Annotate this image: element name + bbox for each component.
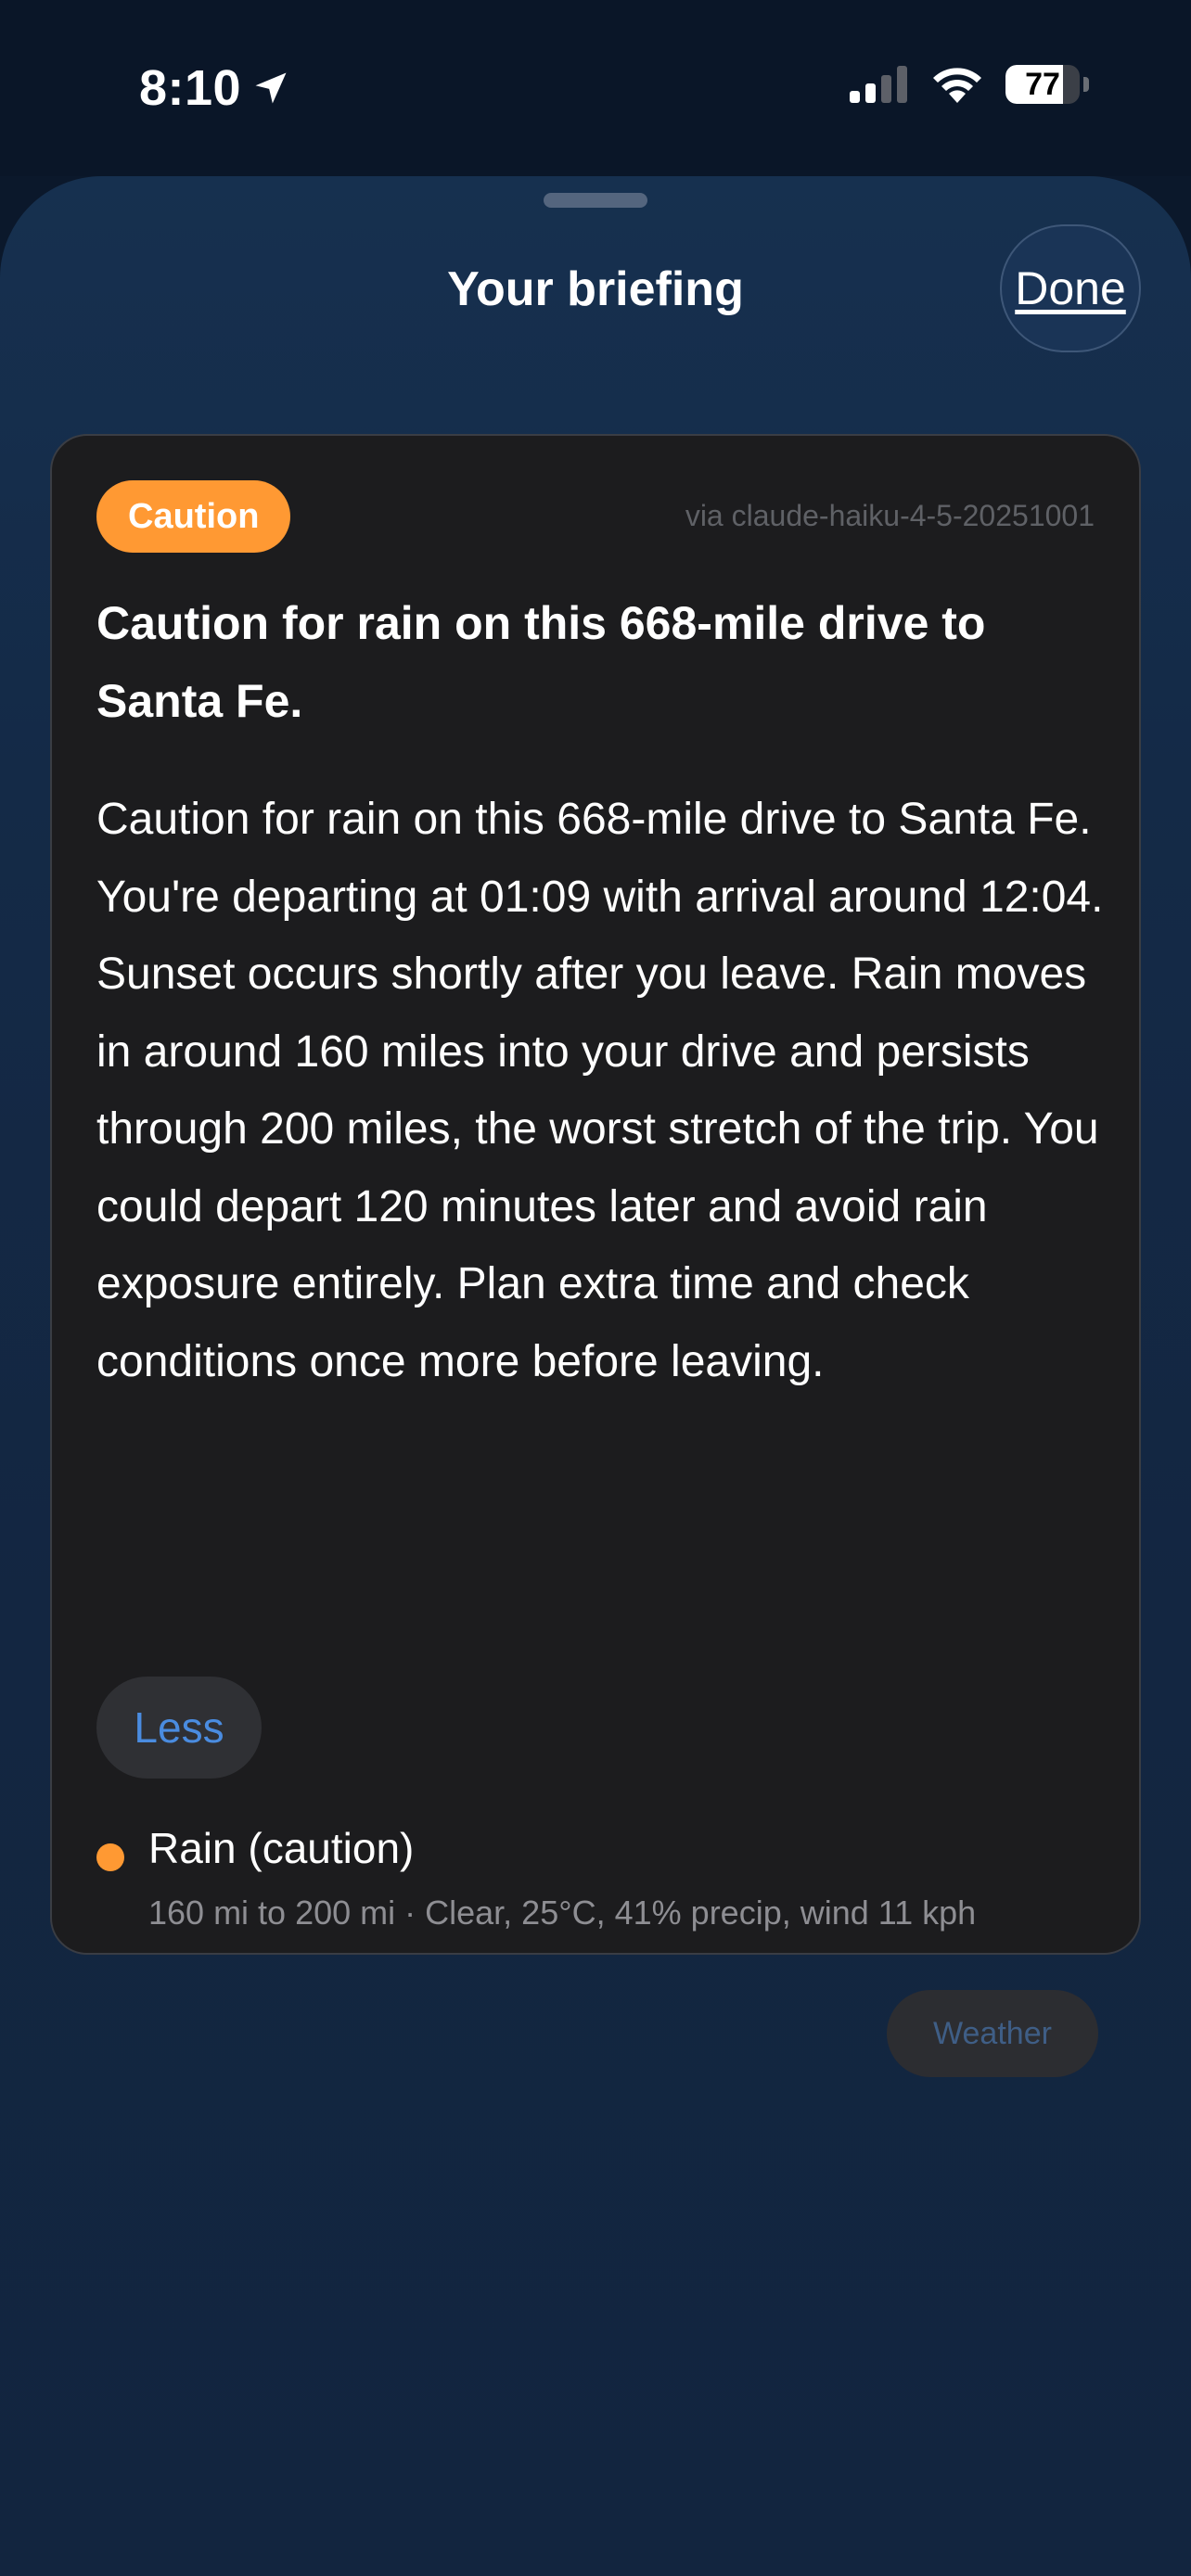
hazard-dot-icon [96, 1843, 124, 1871]
status-time-text: 8:10 [139, 60, 242, 116]
done-button[interactable]: Done [1000, 224, 1141, 352]
status-indicators: 77 [850, 65, 1089, 104]
cellular-signal-icon [850, 66, 907, 103]
briefing-body: Caution for rain on this 668-mile drive … [96, 795, 1104, 1386]
briefing-headline: Caution for rain on this 668-mile drive … [96, 597, 986, 727]
sheet-grabber[interactable] [544, 193, 647, 208]
severity-badge: Caution [96, 480, 291, 553]
hazard-title: Rain (caution) [148, 1824, 415, 1872]
model-label: via claude-haiku-4-5-20251001 [685, 499, 1095, 532]
wifi-icon [933, 68, 981, 103]
less-button[interactable]: Less [96, 1677, 262, 1779]
briefing-card: Caution via claude-haiku-4-5-20251001 Ca… [50, 434, 1141, 2077]
status-time: 8:10 [139, 59, 291, 117]
battery-icon: 77 [1005, 65, 1080, 104]
weather-button[interactable]: Weather [887, 1990, 1098, 2077]
status-bar: 8:10 77 [0, 0, 1191, 176]
hazard-detail: 160 mi to 200 mi · Clear, 25°C, 41% prec… [148, 1894, 977, 1932]
battery-level: 77 [1025, 66, 1060, 102]
location-arrow-icon [255, 72, 287, 104]
battery-nub [1083, 77, 1089, 92]
briefing-sheet: Your briefing Done Caution via claude-ha… [0, 176, 1191, 2576]
screen: 8:10 77 Your briefing Done Caution via c… [0, 0, 1191, 2576]
